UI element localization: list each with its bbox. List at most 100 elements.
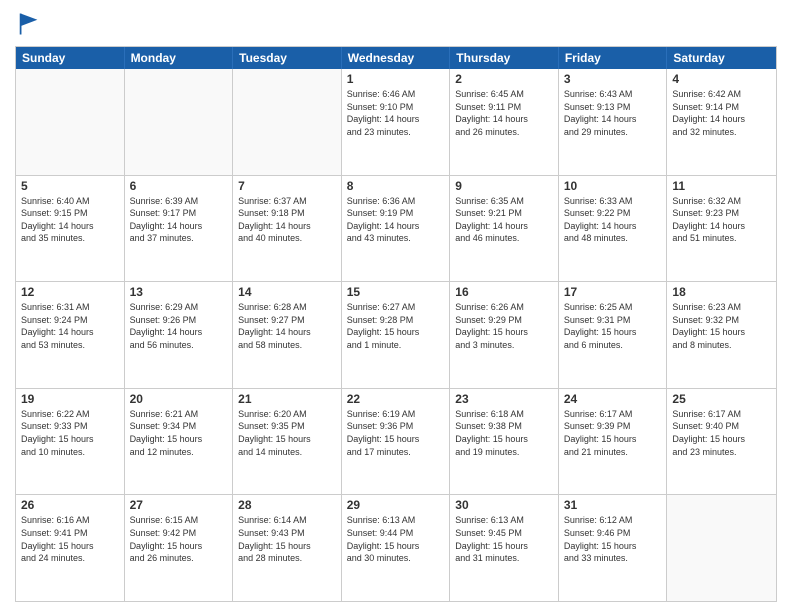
- day-number-6: 6: [130, 179, 228, 193]
- day-info-14: Sunrise: 6:28 AM Sunset: 9:27 PM Dayligh…: [238, 301, 336, 351]
- day-number-12: 12: [21, 285, 119, 299]
- day-info-6: Sunrise: 6:39 AM Sunset: 9:17 PM Dayligh…: [130, 195, 228, 245]
- day-number-4: 4: [672, 72, 771, 86]
- day-number-9: 9: [455, 179, 553, 193]
- day-info-26: Sunrise: 6:16 AM Sunset: 9:41 PM Dayligh…: [21, 514, 119, 564]
- day-info-13: Sunrise: 6:29 AM Sunset: 9:26 PM Dayligh…: [130, 301, 228, 351]
- day-info-4: Sunrise: 6:42 AM Sunset: 9:14 PM Dayligh…: [672, 88, 771, 138]
- header-tuesday: Tuesday: [233, 47, 342, 69]
- day-9: 9 Sunrise: 6:35 AM Sunset: 9:21 PM Daylig…: [450, 176, 559, 282]
- day-22: 22Sunrise: 6:19 AM Sunset: 9:36 PM Dayli…: [342, 389, 451, 495]
- day-info-31: Sunrise: 6:12 AM Sunset: 9:46 PM Dayligh…: [564, 514, 662, 564]
- day-7: 7 Sunrise: 6:37 AM Sunset: 9:18 PM Daylig…: [233, 176, 342, 282]
- day-30: 30Sunrise: 6:13 AM Sunset: 9:45 PM Dayli…: [450, 495, 559, 601]
- day-number-2: 2: [455, 72, 553, 86]
- week-row-4: 19 Sunrise: 6:22 AM Sunset: 9:33 PM Dayli…: [16, 389, 776, 496]
- day-number-17: 17: [564, 285, 662, 299]
- day-number-29: 29: [347, 498, 445, 512]
- day-number-27: 27: [130, 498, 228, 512]
- day-info-24: Sunrise: 6:17 AM Sunset: 9:39 PM Dayligh…: [564, 408, 662, 458]
- day-info-1: Sunrise: 6:46 AM Sunset: 9:10 PM Dayligh…: [347, 88, 445, 138]
- empty-cell-0-1: [125, 69, 234, 175]
- empty-cell-0-2: [233, 69, 342, 175]
- day-3: 3 Sunrise: 6:43 AM Sunset: 9:13 PM Daylig…: [559, 69, 668, 175]
- day-14: 14 Sunrise: 6:28 AM Sunset: 9:27 PM Dayli…: [233, 282, 342, 388]
- day-25: 25 Sunrise: 6:17 AM Sunset: 9:40 PM Dayli…: [667, 389, 776, 495]
- generalblue-icon: [15, 10, 43, 38]
- day-11: 11 Sunrise: 6:32 AM Sunset: 9:23 PM Dayli…: [667, 176, 776, 282]
- header-monday: Monday: [125, 47, 234, 69]
- day-18: 18 Sunrise: 6:23 AM Sunset: 9:32 PM Dayli…: [667, 282, 776, 388]
- day-15: 15 Sunrise: 6:27 AM Sunset: 9:28 PM Dayli…: [342, 282, 451, 388]
- day-number-28: 28: [238, 498, 336, 512]
- day-info-2: Sunrise: 6:45 AM Sunset: 9:11 PM Dayligh…: [455, 88, 553, 138]
- day-24: 24 Sunrise: 6:17 AM Sunset: 9:39 PM Dayli…: [559, 389, 668, 495]
- day-number-20: 20: [130, 392, 228, 406]
- day-info-23: Sunrise: 6:18 AM Sunset: 9:38 PM Dayligh…: [455, 408, 553, 458]
- header-saturday: Saturday: [667, 47, 776, 69]
- day-19: 19 Sunrise: 6:22 AM Sunset: 9:33 PM Dayli…: [16, 389, 125, 495]
- day-10: 10 Sunrise: 6:33 AM Sunset: 9:22 PM Dayli…: [559, 176, 668, 282]
- day-28: 28 Sunrise: 6:14 AM Sunset: 9:43 PM Dayli…: [233, 495, 342, 601]
- day-info-25: Sunrise: 6:17 AM Sunset: 9:40 PM Dayligh…: [672, 408, 771, 458]
- day-number-30: 30: [455, 498, 553, 512]
- page: Sunday Monday Tuesday Wednesday Thursday…: [0, 0, 792, 612]
- day-number-22: 22: [347, 392, 445, 406]
- day-info-27: Sunrise: 6:15 AM Sunset: 9:42 PM Dayligh…: [130, 514, 228, 564]
- day-number-31: 31: [564, 498, 662, 512]
- day-number-15: 15: [347, 285, 445, 299]
- day-number-7: 7: [238, 179, 336, 193]
- day-number-8: 8: [347, 179, 445, 193]
- day-number-5: 5: [21, 179, 119, 193]
- day-info-11: Sunrise: 6:32 AM Sunset: 9:23 PM Dayligh…: [672, 195, 771, 245]
- day-31: 31 Sunrise: 6:12 AM Sunset: 9:46 PM Dayli…: [559, 495, 668, 601]
- day-info-20: Sunrise: 6:21 AM Sunset: 9:34 PM Dayligh…: [130, 408, 228, 458]
- day-number-14: 14: [238, 285, 336, 299]
- day-info-3: Sunrise: 6:43 AM Sunset: 9:13 PM Dayligh…: [564, 88, 662, 138]
- day-info-7: Sunrise: 6:37 AM Sunset: 9:18 PM Dayligh…: [238, 195, 336, 245]
- day-26: 26 Sunrise: 6:16 AM Sunset: 9:41 PM Dayli…: [16, 495, 125, 601]
- day-info-16: Sunrise: 6:26 AM Sunset: 9:29 PM Dayligh…: [455, 301, 553, 351]
- day-info-10: Sunrise: 6:33 AM Sunset: 9:22 PM Dayligh…: [564, 195, 662, 245]
- day-27: 27 Sunrise: 6:15 AM Sunset: 9:42 PM Dayli…: [125, 495, 234, 601]
- day-info-8: Sunrise: 6:36 AM Sunset: 9:19 PM Dayligh…: [347, 195, 445, 245]
- day-21: 21 Sunrise: 6:20 AM Sunset: 9:35 PM Dayli…: [233, 389, 342, 495]
- day-1: 1 Sunrise: 6:46 AM Sunset: 9:10 PM Daylig…: [342, 69, 451, 175]
- day-info-9: Sunrise: 6:35 AM Sunset: 9:21 PM Dayligh…: [455, 195, 553, 245]
- day-number-19: 19: [21, 392, 119, 406]
- day-number-11: 11: [672, 179, 771, 193]
- day-info-18: Sunrise: 6:23 AM Sunset: 9:32 PM Dayligh…: [672, 301, 771, 351]
- header-wednesday: Wednesday: [342, 47, 451, 69]
- day-number-25: 25: [672, 392, 771, 406]
- header-sunday: Sunday: [16, 47, 125, 69]
- calendar-body: 1 Sunrise: 6:46 AM Sunset: 9:10 PM Daylig…: [16, 69, 776, 601]
- day-number-18: 18: [672, 285, 771, 299]
- day-17: 17Sunrise: 6:25 AM Sunset: 9:31 PM Dayli…: [559, 282, 668, 388]
- day-number-13: 13: [130, 285, 228, 299]
- header: [15, 10, 777, 38]
- day-number-21: 21: [238, 392, 336, 406]
- week-row-3: 12Sunrise: 6:31 AM Sunset: 9:24 PM Dayli…: [16, 282, 776, 389]
- day-number-26: 26: [21, 498, 119, 512]
- empty-cell-4-6: [667, 495, 776, 601]
- logo: [15, 10, 47, 38]
- day-info-15: Sunrise: 6:27 AM Sunset: 9:28 PM Dayligh…: [347, 301, 445, 351]
- week-row-2: 5Sunrise: 6:40 AM Sunset: 9:15 PM Daylig…: [16, 176, 776, 283]
- day-20: 20 Sunrise: 6:21 AM Sunset: 9:34 PM Dayli…: [125, 389, 234, 495]
- calendar-header: Sunday Monday Tuesday Wednesday Thursday…: [16, 47, 776, 69]
- day-info-19: Sunrise: 6:22 AM Sunset: 9:33 PM Dayligh…: [21, 408, 119, 458]
- day-number-1: 1: [347, 72, 445, 86]
- day-number-16: 16: [455, 285, 553, 299]
- day-4: 4 Sunrise: 6:42 AM Sunset: 9:14 PM Daylig…: [667, 69, 776, 175]
- day-8: 8 Sunrise: 6:36 AM Sunset: 9:19 PM Daylig…: [342, 176, 451, 282]
- empty-cell-0-0: [16, 69, 125, 175]
- day-number-3: 3: [564, 72, 662, 86]
- day-number-10: 10: [564, 179, 662, 193]
- day-number-24: 24: [564, 392, 662, 406]
- day-info-21: Sunrise: 6:20 AM Sunset: 9:35 PM Dayligh…: [238, 408, 336, 458]
- day-29: 29Sunrise: 6:13 AM Sunset: 9:44 PM Dayli…: [342, 495, 451, 601]
- header-friday: Friday: [559, 47, 668, 69]
- day-info-28: Sunrise: 6:14 AM Sunset: 9:43 PM Dayligh…: [238, 514, 336, 564]
- week-row-1: 1 Sunrise: 6:46 AM Sunset: 9:10 PM Daylig…: [16, 69, 776, 176]
- day-5: 5Sunrise: 6:40 AM Sunset: 9:15 PM Daylig…: [16, 176, 125, 282]
